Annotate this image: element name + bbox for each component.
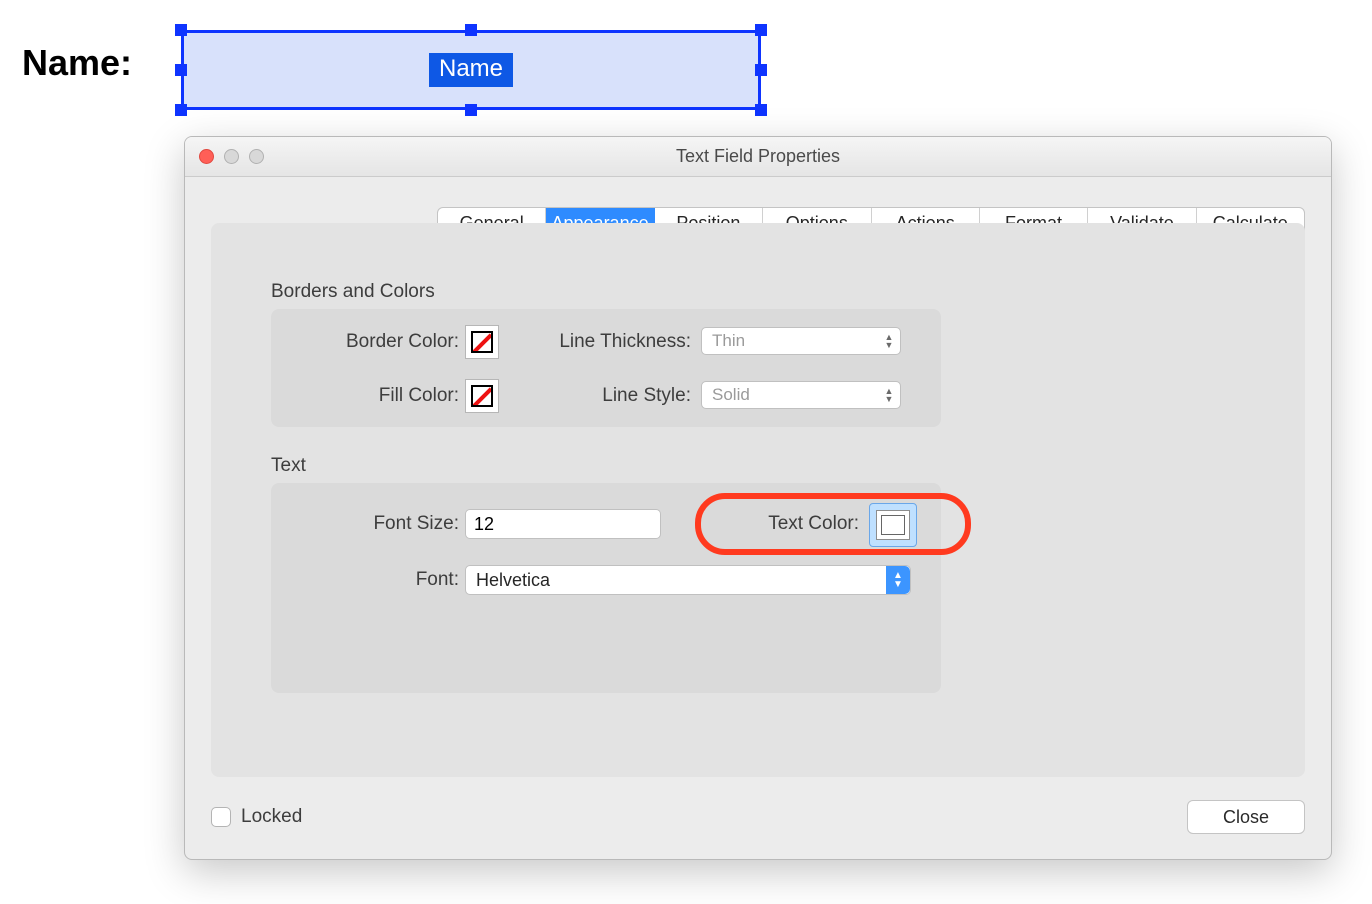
resize-handle-nw[interactable] [175,24,187,36]
locked-checkbox[interactable]: Locked [211,806,302,828]
label-line-thickness: Line Thickness: [515,331,691,353]
dialog-footer: Locked Close [211,795,1305,839]
up-down-icon: ▲▼ [886,566,910,594]
resize-handle-w[interactable] [175,64,187,76]
font-size-combobox[interactable]: ▼ [465,509,661,539]
close-button[interactable]: Close [1187,800,1305,834]
no-color-icon [471,385,493,407]
resize-handle-s[interactable] [465,104,477,116]
font-size-input[interactable] [466,510,661,538]
label-line-style: Line Style: [515,385,691,407]
text-field-selected[interactable]: Name [181,30,761,110]
border-color-well[interactable] [465,325,499,359]
font-value: Helvetica [476,570,550,591]
text-field-name-chip: Name [429,53,513,87]
label-text-color: Text Color: [709,513,859,535]
group-borders-colors: Border Color: Fill Color: Line Thickness… [271,309,941,427]
label-font-size: Font Size: [281,513,459,535]
stepper-icon: ▲▼ [880,384,898,406]
document-canvas: Name: Name [0,0,1372,140]
resize-handle-n[interactable] [465,24,477,36]
text-field-properties-dialog: Text Field Properties General Appearance… [184,136,1332,860]
form-label-name: Name: [22,42,132,84]
group-text: Font Size: ▼ Text Color: Font: Helvetica… [271,483,941,693]
resize-handle-ne[interactable] [755,24,767,36]
dialog-titlebar[interactable]: Text Field Properties [185,137,1331,177]
line-thickness-value: Thin [712,331,745,351]
window-minimize-button [224,149,239,164]
line-style-dropdown[interactable]: Solid ▲▼ [701,381,901,409]
fill-color-well[interactable] [465,379,499,413]
appearance-panel: Borders and Colors Border Color: Fill Co… [211,223,1305,777]
locked-label: Locked [241,806,302,828]
stepper-icon: ▲▼ [880,330,898,352]
label-border-color: Border Color: [281,331,459,353]
section-title-text: Text [271,455,306,477]
color-swatch-inner [881,515,905,535]
text-color-well[interactable] [869,503,917,547]
line-thickness-dropdown[interactable]: Thin ▲▼ [701,327,901,355]
dialog-title: Text Field Properties [185,146,1331,167]
resize-handle-se[interactable] [755,104,767,116]
checkbox-box[interactable] [211,807,231,827]
no-color-icon [471,331,493,353]
text-field-body[interactable]: Name [181,30,761,110]
resize-handle-e[interactable] [755,64,767,76]
color-swatch-outer [876,510,910,540]
font-popup[interactable]: Helvetica ▲▼ [465,565,911,595]
window-zoom-button [249,149,264,164]
window-close-button[interactable] [199,149,214,164]
resize-handle-sw[interactable] [175,104,187,116]
label-font: Font: [281,569,459,591]
window-controls [199,149,264,164]
section-title-borders: Borders and Colors [271,281,435,303]
label-fill-color: Fill Color: [281,385,459,407]
line-style-value: Solid [712,385,750,405]
